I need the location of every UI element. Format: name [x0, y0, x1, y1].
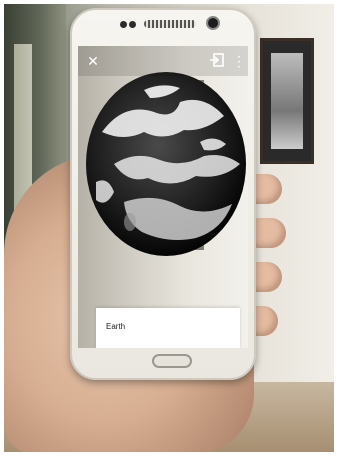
- ar-toolbar: ✕ ⋮: [78, 46, 248, 76]
- earth-globe[interactable]: [84, 72, 248, 268]
- home-button[interactable]: [152, 354, 192, 368]
- phone-sensor: [120, 21, 127, 28]
- front-camera: [206, 16, 220, 30]
- phone-sensor: [129, 21, 136, 28]
- exit-ar-icon: [210, 53, 224, 67]
- close-icon[interactable]: ✕: [84, 52, 102, 70]
- exit-ar-icon[interactable]: [208, 52, 226, 70]
- phone-speaker: [144, 20, 196, 28]
- smartphone: ✕ ⋮ Earth: [70, 8, 256, 380]
- wall-picture: [271, 53, 303, 149]
- object-label-card[interactable]: Earth: [96, 308, 240, 348]
- object-label: Earth: [106, 322, 126, 331]
- photo-frame: ✕ ⋮ Earth: [4, 4, 334, 452]
- more-vert-icon[interactable]: ⋮: [230, 52, 248, 70]
- wall-picture-frame: [260, 38, 314, 164]
- phone-screen: ✕ ⋮ Earth: [78, 46, 248, 348]
